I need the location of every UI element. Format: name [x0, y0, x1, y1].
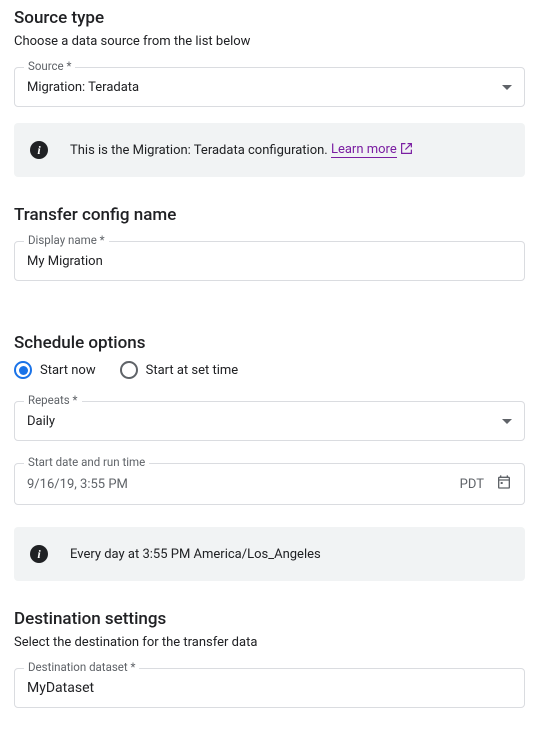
schedule-info-text: Every day at 3:55 PM America/Los_Angeles: [70, 547, 321, 562]
destination-title: Destination settings: [14, 609, 525, 629]
calendar-icon[interactable]: [496, 474, 512, 494]
destination-subtitle: Select the destination for the transfer …: [14, 635, 525, 650]
source-info-text: This is the Migration: Teradata configur…: [70, 142, 413, 159]
transfer-config-title: Transfer config name: [14, 205, 525, 225]
start-date-value: 9/16/19, 3:55 PM: [27, 477, 128, 492]
source-type-section: Source type Choose a data source from th…: [14, 8, 525, 177]
source-value: Migration: Teradata: [27, 80, 139, 95]
chevron-down-icon: [502, 85, 512, 90]
destination-dataset-value: MyDataset: [27, 680, 94, 696]
destination-dataset-label: Destination dataset *: [24, 660, 139, 674]
repeats-label: Repeats *: [24, 393, 82, 407]
transfer-config-section: Transfer config name Display name * My M…: [14, 205, 525, 281]
external-link-icon: [400, 142, 413, 159]
info-icon: i: [30, 141, 48, 159]
learn-more-link[interactable]: Learn more: [331, 142, 397, 158]
schedule-info-box: i Every day at 3:55 PM America/Los_Angel…: [14, 527, 525, 581]
destination-settings-section: Destination settings Select the destinat…: [14, 609, 525, 708]
radio-start-now[interactable]: Start now: [14, 361, 96, 379]
repeats-field[interactable]: Repeats * Daily: [14, 401, 525, 441]
destination-dataset-field[interactable]: Destination dataset * MyDataset: [14, 668, 525, 708]
source-info-box: i This is the Migration: Teradata config…: [14, 123, 525, 177]
radio-start-at-set-time[interactable]: Start at set time: [120, 361, 239, 379]
start-date-field[interactable]: Start date and run time 9/16/19, 3:55 PM…: [14, 463, 525, 505]
source-type-title: Source type: [14, 8, 525, 28]
display-name-value: My Migration: [27, 254, 103, 269]
radio-icon: [14, 361, 32, 379]
radio-icon: [120, 361, 138, 379]
schedule-title: Schedule options: [14, 333, 525, 353]
source-label: Source *: [24, 59, 75, 73]
radio-start-at-set-time-label: Start at set time: [146, 363, 239, 378]
schedule-radio-group: Start now Start at set time: [14, 361, 525, 379]
source-type-subtitle: Choose a data source from the list below: [14, 34, 525, 49]
repeats-value: Daily: [27, 414, 55, 429]
source-field[interactable]: Source * Migration: Teradata: [14, 67, 525, 107]
display-name-label: Display name *: [24, 233, 109, 247]
info-icon: i: [30, 545, 48, 563]
chevron-down-icon: [502, 419, 512, 424]
schedule-options-section: Schedule options Start now Start at set …: [14, 333, 525, 581]
radio-start-now-label: Start now: [40, 363, 96, 378]
start-date-label: Start date and run time: [24, 455, 149, 469]
timezone-label: PDT: [460, 477, 484, 492]
display-name-field[interactable]: Display name * My Migration: [14, 241, 525, 281]
